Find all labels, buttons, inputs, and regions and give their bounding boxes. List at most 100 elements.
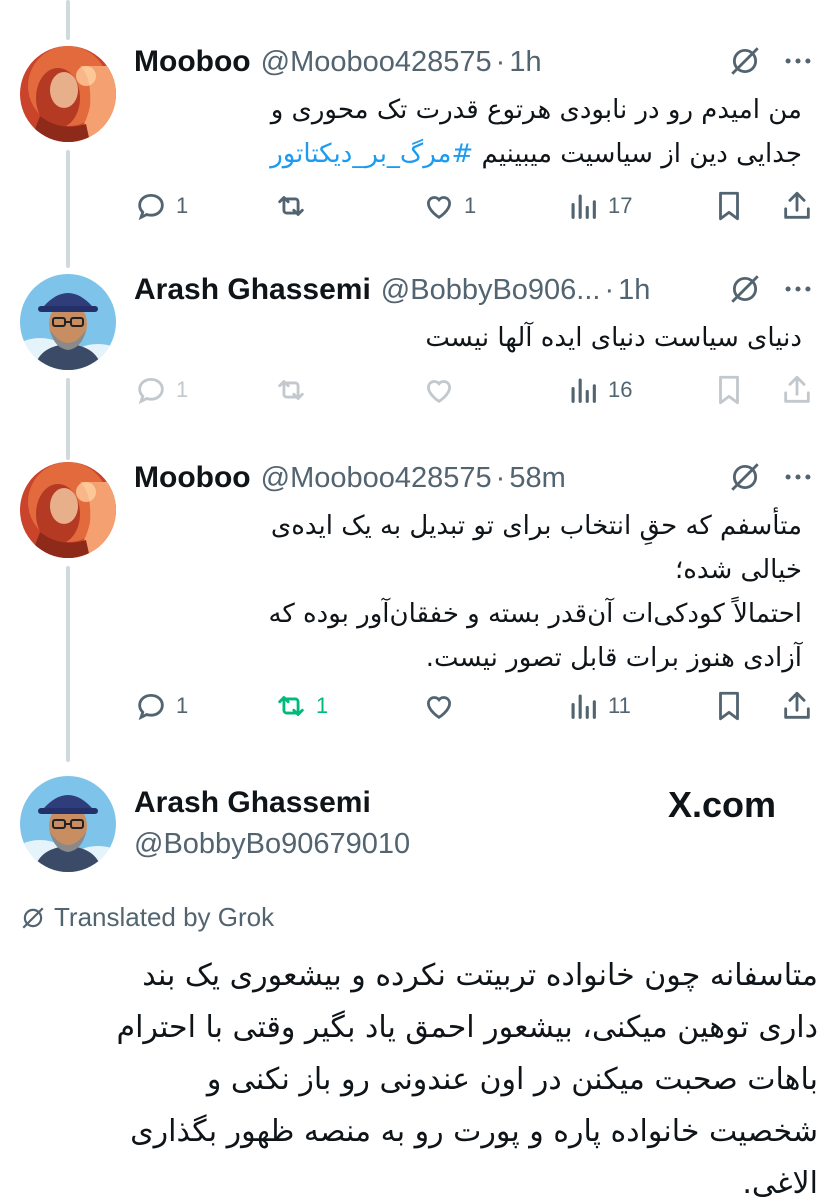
thread-connector: [66, 0, 70, 40]
avatar-image-arash: [20, 274, 116, 370]
grok-icon[interactable]: [728, 44, 762, 78]
tweet-text-line: جدایی دین از سیاسیت میبینیم #مرگ_بر_دیکت…: [134, 132, 802, 176]
avatar-image-mooboo: [20, 462, 116, 558]
reply-icon: [138, 193, 164, 221]
grok-icon[interactable]: [728, 460, 762, 494]
separator-dot: ·: [495, 45, 506, 78]
main-user-handle[interactable]: @BobbyBo90679010: [134, 828, 410, 861]
views-icon: [571, 694, 596, 719]
like-button[interactable]: [422, 686, 464, 726]
tweet-text-line: داری توهین میکنی، بیشعور احمق یاد بگیر و…: [116, 1010, 818, 1045]
reply-count: 1: [176, 693, 189, 718]
reply-icon: [138, 377, 164, 405]
views-button[interactable]: 11: [566, 686, 631, 726]
bookmark-button[interactable]: [712, 186, 746, 226]
tweet-text-line: دنیای سیاست دنیای ایده آلها نیست: [425, 323, 802, 353]
views-icon: [571, 194, 596, 219]
share-button[interactable]: [780, 186, 814, 226]
tweet-text-line: شخصیت خانواده پاره و پورت رو به منصه ظهو…: [130, 1114, 818, 1149]
tweet-text-line: الاغی.: [742, 1166, 818, 1200]
views-icon: [571, 378, 596, 403]
more-icon[interactable]: [780, 272, 816, 306]
tweet-text: دنیای سیاست دنیای ایده آلها نیست: [134, 316, 802, 360]
retweet-icon: [278, 696, 304, 716]
tweet-header: Arash Ghassemi @BobbyBo906... · 1h: [134, 270, 650, 310]
reply-button[interactable]: 1: [134, 186, 188, 226]
share-button[interactable]: [780, 686, 814, 726]
tweet-text-line: متاسفانه چون خانواده تربیتت نکرده و بیشع…: [142, 958, 818, 993]
action-bar: 1 16: [134, 370, 824, 410]
main-tweet-text: متاسفانه چون خانواده تربیتت نکرده و بیشع…: [20, 950, 818, 1200]
display-name[interactable]: Mooboo: [134, 461, 251, 495]
avatar[interactable]: [20, 462, 116, 558]
retweet-count: 1: [316, 693, 329, 718]
tweet-text-line: متأسفم که حقِ انتخاب برای تو تبدیل به یک…: [270, 511, 802, 541]
views-button[interactable]: 16: [566, 370, 632, 410]
thread-connector: [66, 566, 70, 762]
reply-button[interactable]: 1: [134, 370, 188, 410]
tweet-text: متأسفم که حقِ انتخاب برای تو تبدیل به یک…: [134, 504, 802, 680]
reply-count: 1: [176, 193, 189, 218]
grok-icon[interactable]: [728, 272, 762, 306]
share-button[interactable]: [780, 370, 814, 410]
bookmark-button[interactable]: [712, 686, 746, 726]
avatar[interactable]: [20, 274, 116, 370]
user-handle[interactable]: @Mooboo428575: [261, 462, 492, 495]
more-icon[interactable]: [780, 44, 816, 78]
timestamp[interactable]: 1h: [509, 46, 541, 79]
action-bar: 1 1 17: [134, 186, 824, 226]
separator-dot: ·: [495, 461, 506, 494]
retweet-button[interactable]: [274, 370, 316, 410]
views-count: 17: [608, 193, 633, 218]
display-name[interactable]: Mooboo: [134, 45, 251, 79]
views-button[interactable]: 17: [566, 186, 632, 226]
separator-dot: ·: [604, 273, 615, 306]
user-handle[interactable]: @Mooboo428575: [261, 46, 492, 79]
thread-connector: [66, 378, 70, 460]
user-handle[interactable]: @BobbyBo906...: [381, 274, 601, 307]
retweet-button[interactable]: 1: [274, 686, 328, 726]
more-icon[interactable]: [780, 460, 816, 494]
views-count: 16: [608, 377, 633, 402]
avatar-image-mooboo: [20, 46, 116, 142]
bookmark-button[interactable]: [712, 370, 746, 410]
tweet-text-line: خیالی شده؛: [674, 555, 802, 585]
action-bar: 1 1 11: [134, 686, 824, 726]
share-icon: [784, 191, 810, 219]
timestamp[interactable]: 58m: [509, 462, 565, 495]
reply-icon: [138, 693, 164, 721]
like-button[interactable]: [422, 370, 464, 410]
tweet-text-line: من امیدم رو در نابودی هرتوع قدرت تک محور…: [270, 95, 802, 125]
reply-button[interactable]: 1: [134, 686, 188, 726]
translated-by-grok[interactable]: Translated by Grok: [20, 902, 274, 933]
avatar[interactable]: [20, 46, 116, 142]
avatar-image-arash: [20, 776, 116, 872]
bookmark-icon: [719, 191, 739, 221]
like-count: 1: [464, 193, 477, 218]
retweet-button[interactable]: [274, 186, 316, 226]
grok-icon: [22, 906, 44, 929]
bookmark-icon: [719, 691, 739, 721]
avatar[interactable]: [20, 776, 116, 872]
main-display-name[interactable]: Arash Ghassemi: [134, 786, 371, 820]
thread-connector: [66, 150, 70, 268]
tweet-text: من امیدم رو در نابودی هرتوع قدرت تک محور…: [134, 88, 802, 176]
x-com-watermark: X.com: [668, 784, 777, 825]
tweet-text-segment: جدایی دین از سیاسیت میبینیم: [473, 139, 802, 169]
tweet-text-line: باهات صحبت میکنن در اون عندونی رو باز نک…: [206, 1062, 818, 1097]
hashtag-link[interactable]: #مرگ_بر_دیکتاتور: [270, 139, 473, 169]
translated-label: Translated by Grok: [54, 902, 275, 932]
like-icon: [426, 380, 452, 403]
bookmark-icon: [719, 375, 739, 405]
display-name[interactable]: Arash Ghassemi: [134, 273, 371, 307]
retweet-icon: [278, 196, 304, 216]
timestamp[interactable]: 1h: [618, 274, 650, 307]
reply-count: 1: [176, 377, 189, 402]
tweet-header: Mooboo @Mooboo428575 · 58m: [134, 458, 566, 498]
views-count: 11: [608, 693, 631, 718]
tweet-text-line: احتمالاً کودکی‌ات آن‌قدر بسته و خفقان‌آو…: [268, 599, 802, 629]
like-button[interactable]: 1: [422, 186, 476, 226]
share-icon: [784, 375, 810, 403]
like-icon: [426, 196, 452, 219]
retweet-icon: [278, 380, 304, 400]
